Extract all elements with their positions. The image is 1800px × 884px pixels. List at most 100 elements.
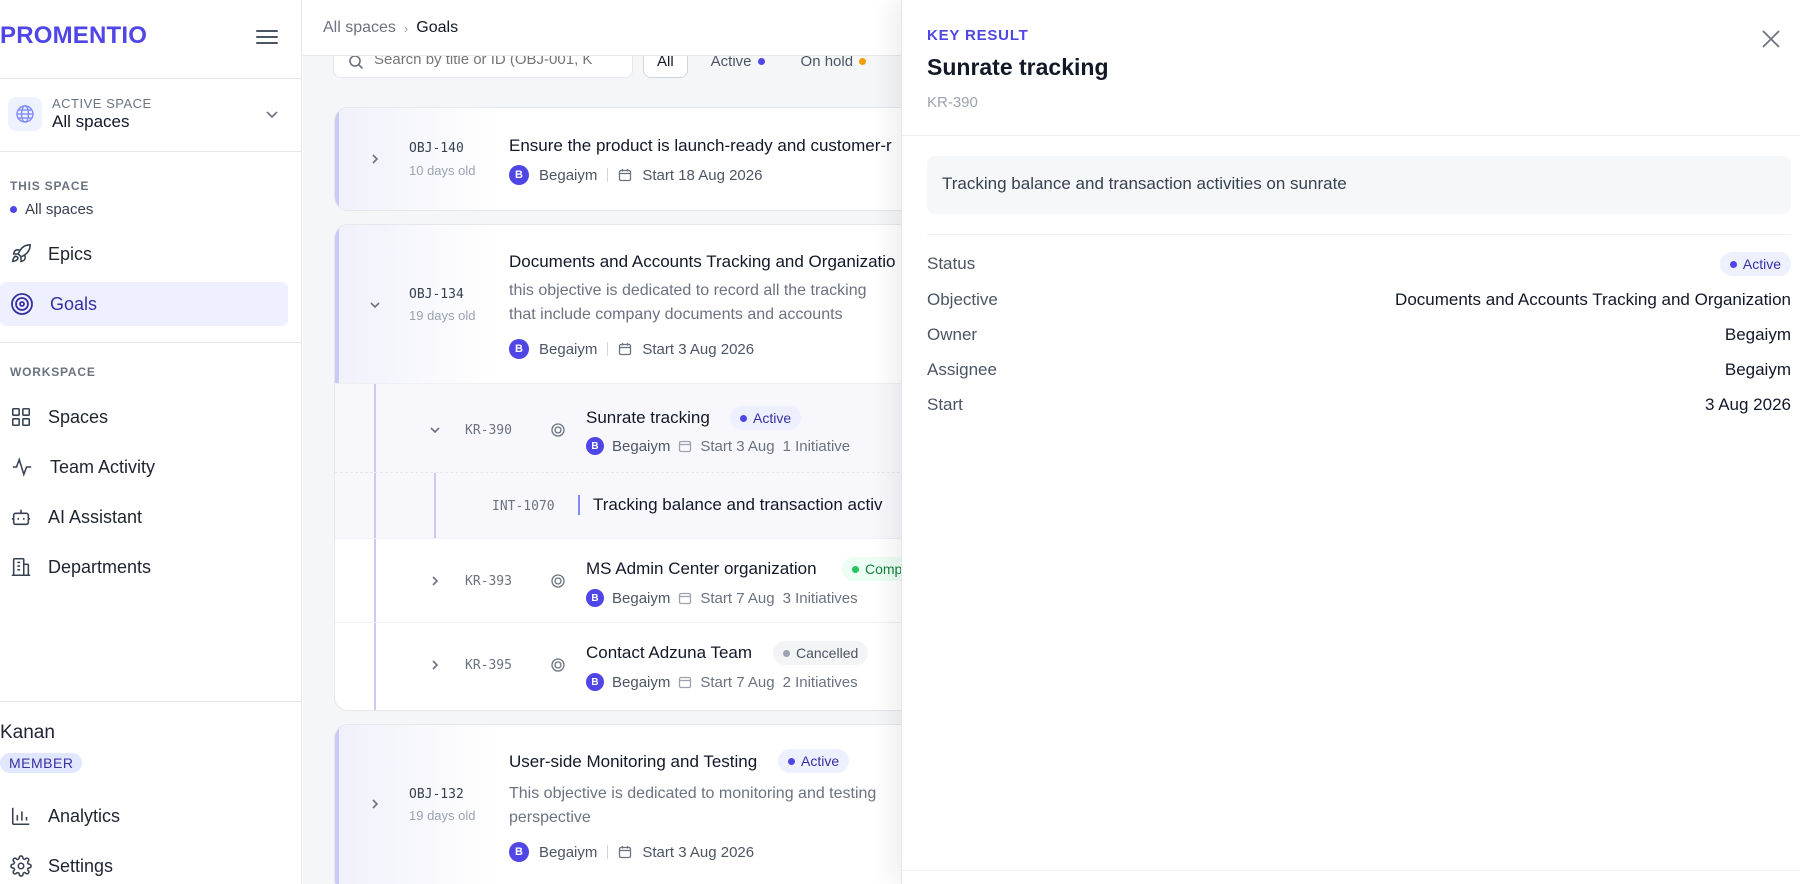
this-space-caption: THIS SPACE <box>10 179 90 193</box>
objective-description: this objective is dedicated to record al… <box>509 279 929 327</box>
initiative-title[interactable]: Tracking balance and transaction activ <box>593 495 882 515</box>
objective-title[interactable]: User-side Monitoring and Testing <box>509 752 757 772</box>
sidebar-item-label: AI Assistant <box>48 506 143 527</box>
target-icon <box>551 658 565 672</box>
card-accent <box>335 108 339 210</box>
objective-description: This objective is dedicated to monitorin… <box>509 782 929 830</box>
card-highlight <box>339 108 499 210</box>
key-result-detail-panel: KEY RESULT Sunrate tracking KR-390 Track… <box>901 0 1800 884</box>
this-space-label: All spaces <box>25 201 94 218</box>
objective-meta: B Begaiym Start 3 Aug 2026 <box>509 842 754 862</box>
start-date: Start 18 Aug 2026 <box>642 166 763 184</box>
sidebar-item-departments[interactable]: Departments <box>0 545 288 589</box>
building-icon <box>11 557 31 577</box>
tree-line <box>374 539 376 622</box>
chevron-right-icon[interactable] <box>428 574 442 588</box>
calendar-icon <box>679 592 692 605</box>
key-result-id: KR-390 <box>465 423 512 438</box>
role-badge: MEMBER <box>0 753 83 773</box>
panel-description: Tracking balance and transaction activit… <box>927 156 1791 214</box>
avatar: B <box>586 437 604 455</box>
initiative-count: 3 Initiatives <box>782 589 858 607</box>
avatar: B <box>509 339 529 359</box>
key-result-row[interactable]: KR-395 Contact Adzuna Team Cancelled B B… <box>335 622 953 710</box>
status-dot <box>859 57 867 65</box>
field-label: Objective <box>927 290 998 309</box>
field-assignee: Assignee Begaiym <box>927 358 1791 382</box>
avatar: B <box>509 165 529 185</box>
brand-logo[interactable]: PROMENTIO <box>0 22 147 50</box>
panel-id: KR-390 <box>927 94 978 111</box>
owner-name: Begaiym <box>539 340 598 358</box>
initiative-count: 1 Initiative <box>782 437 851 455</box>
sidebar-item-analytics[interactable]: Analytics <box>0 794 288 838</box>
chevron-right-icon[interactable] <box>368 797 382 811</box>
status-dot <box>1729 260 1737 268</box>
breadcrumb: All spaces › Goals <box>323 19 458 37</box>
sidebar: PROMENTIO ACTIVE SPACE All spaces THIS S… <box>0 0 302 884</box>
sidebar-item-epics[interactable]: Epics <box>0 232 288 276</box>
key-result-title[interactable]: MS Admin Center organization <box>586 559 817 579</box>
sidebar-item-goals[interactable]: Goals <box>0 282 288 326</box>
objective-id: OBJ-132 <box>409 787 464 802</box>
chevron-right-icon[interactable] <box>428 658 442 672</box>
status-label: Active <box>1742 256 1781 272</box>
sidebar-item-settings[interactable]: Settings <box>0 844 288 884</box>
sidebar-item-label: Departments <box>48 556 152 577</box>
key-result-id: KR-393 <box>465 574 512 589</box>
field-value: Begaiym <box>1724 360 1791 379</box>
status-label: Cancelled <box>796 645 859 661</box>
target-icon <box>11 293 33 315</box>
breadcrumb-root[interactable]: All spaces <box>323 19 396 37</box>
field-value[interactable]: Documents and Accounts Tracking and Orga… <box>1395 290 1791 310</box>
chevron-right-icon[interactable] <box>368 152 382 166</box>
grid-icon <box>11 407 31 427</box>
key-result-meta: B Begaiym Start 7 Aug 3 Initiatives <box>586 589 858 607</box>
key-result-title[interactable]: Contact Adzuna Team <box>586 643 752 663</box>
status-badge: Active <box>1719 252 1791 276</box>
calendar-icon <box>619 846 632 859</box>
objective-id: OBJ-134 <box>409 287 464 302</box>
close-icon[interactable] <box>1760 28 1782 50</box>
objective-title[interactable]: Documents and Accounts Tracking and Orga… <box>509 252 896 272</box>
owner-name: Begaiym <box>539 166 598 184</box>
key-result-row[interactable]: KR-393 MS Admin Center organization Comp… <box>335 538 953 622</box>
sidebar-item-label: Analytics <box>48 805 121 826</box>
status-dot <box>757 57 765 65</box>
key-result-meta: B Begaiym Start 7 Aug 2 Initiatives <box>586 673 858 691</box>
bar-chart-icon <box>11 807 30 826</box>
owner-name: Begaiym <box>612 589 671 607</box>
key-result-row[interactable]: KR-390 Sunrate tracking Active B Begaiym… <box>335 383 953 472</box>
sidebar-item-team-activity[interactable]: Team Activity <box>0 445 288 489</box>
initiative-id: INT-1070 <box>492 499 555 514</box>
divider <box>607 342 609 356</box>
target-icon <box>551 423 565 437</box>
initiative-count: 2 Initiatives <box>782 673 858 691</box>
avatar: B <box>586 589 604 607</box>
this-space-item[interactable]: All spaces <box>10 201 93 218</box>
objective-card[interactable]: OBJ-134 19 days old Documents and Accoun… <box>334 224 954 711</box>
tree-line <box>434 473 436 538</box>
key-result-title[interactable]: Sunrate tracking <box>586 408 710 428</box>
chevron-down-icon[interactable] <box>368 298 382 312</box>
card-accent <box>335 725 339 884</box>
objective-meta: B Begaiym Start 3 Aug 2026 <box>509 339 754 359</box>
sidebar-item-label: Settings <box>48 855 114 876</box>
rocket-icon <box>11 244 31 263</box>
start-date: Start 3 Aug <box>700 437 775 455</box>
divider <box>607 845 609 859</box>
status-badge: Active <box>730 406 802 430</box>
chevron-down-icon[interactable] <box>428 423 442 437</box>
objective-card[interactable]: OBJ-140 10 days old Ensure the product i… <box>334 107 954 211</box>
key-result-id: KR-395 <box>465 658 512 673</box>
workspace-caption: WORKSPACE <box>10 365 96 379</box>
active-space-selector[interactable]: ACTIVE SPACE All spaces <box>8 96 290 136</box>
initiative-row[interactable]: INT-1070 Tracking balance and transactio… <box>335 472 953 538</box>
objective-meta: B Begaiym Start 18 Aug 2026 <box>509 165 762 185</box>
objective-card[interactable]: OBJ-132 19 days old User-side Monitoring… <box>334 724 954 884</box>
sidebar-item-spaces[interactable]: Spaces <box>0 395 288 439</box>
menu-toggle-icon[interactable] <box>254 26 280 48</box>
objective-title[interactable]: Ensure the product is launch-ready and c… <box>509 136 892 156</box>
divider <box>927 234 1791 235</box>
sidebar-item-ai-assistant[interactable]: AI Assistant <box>0 495 288 539</box>
